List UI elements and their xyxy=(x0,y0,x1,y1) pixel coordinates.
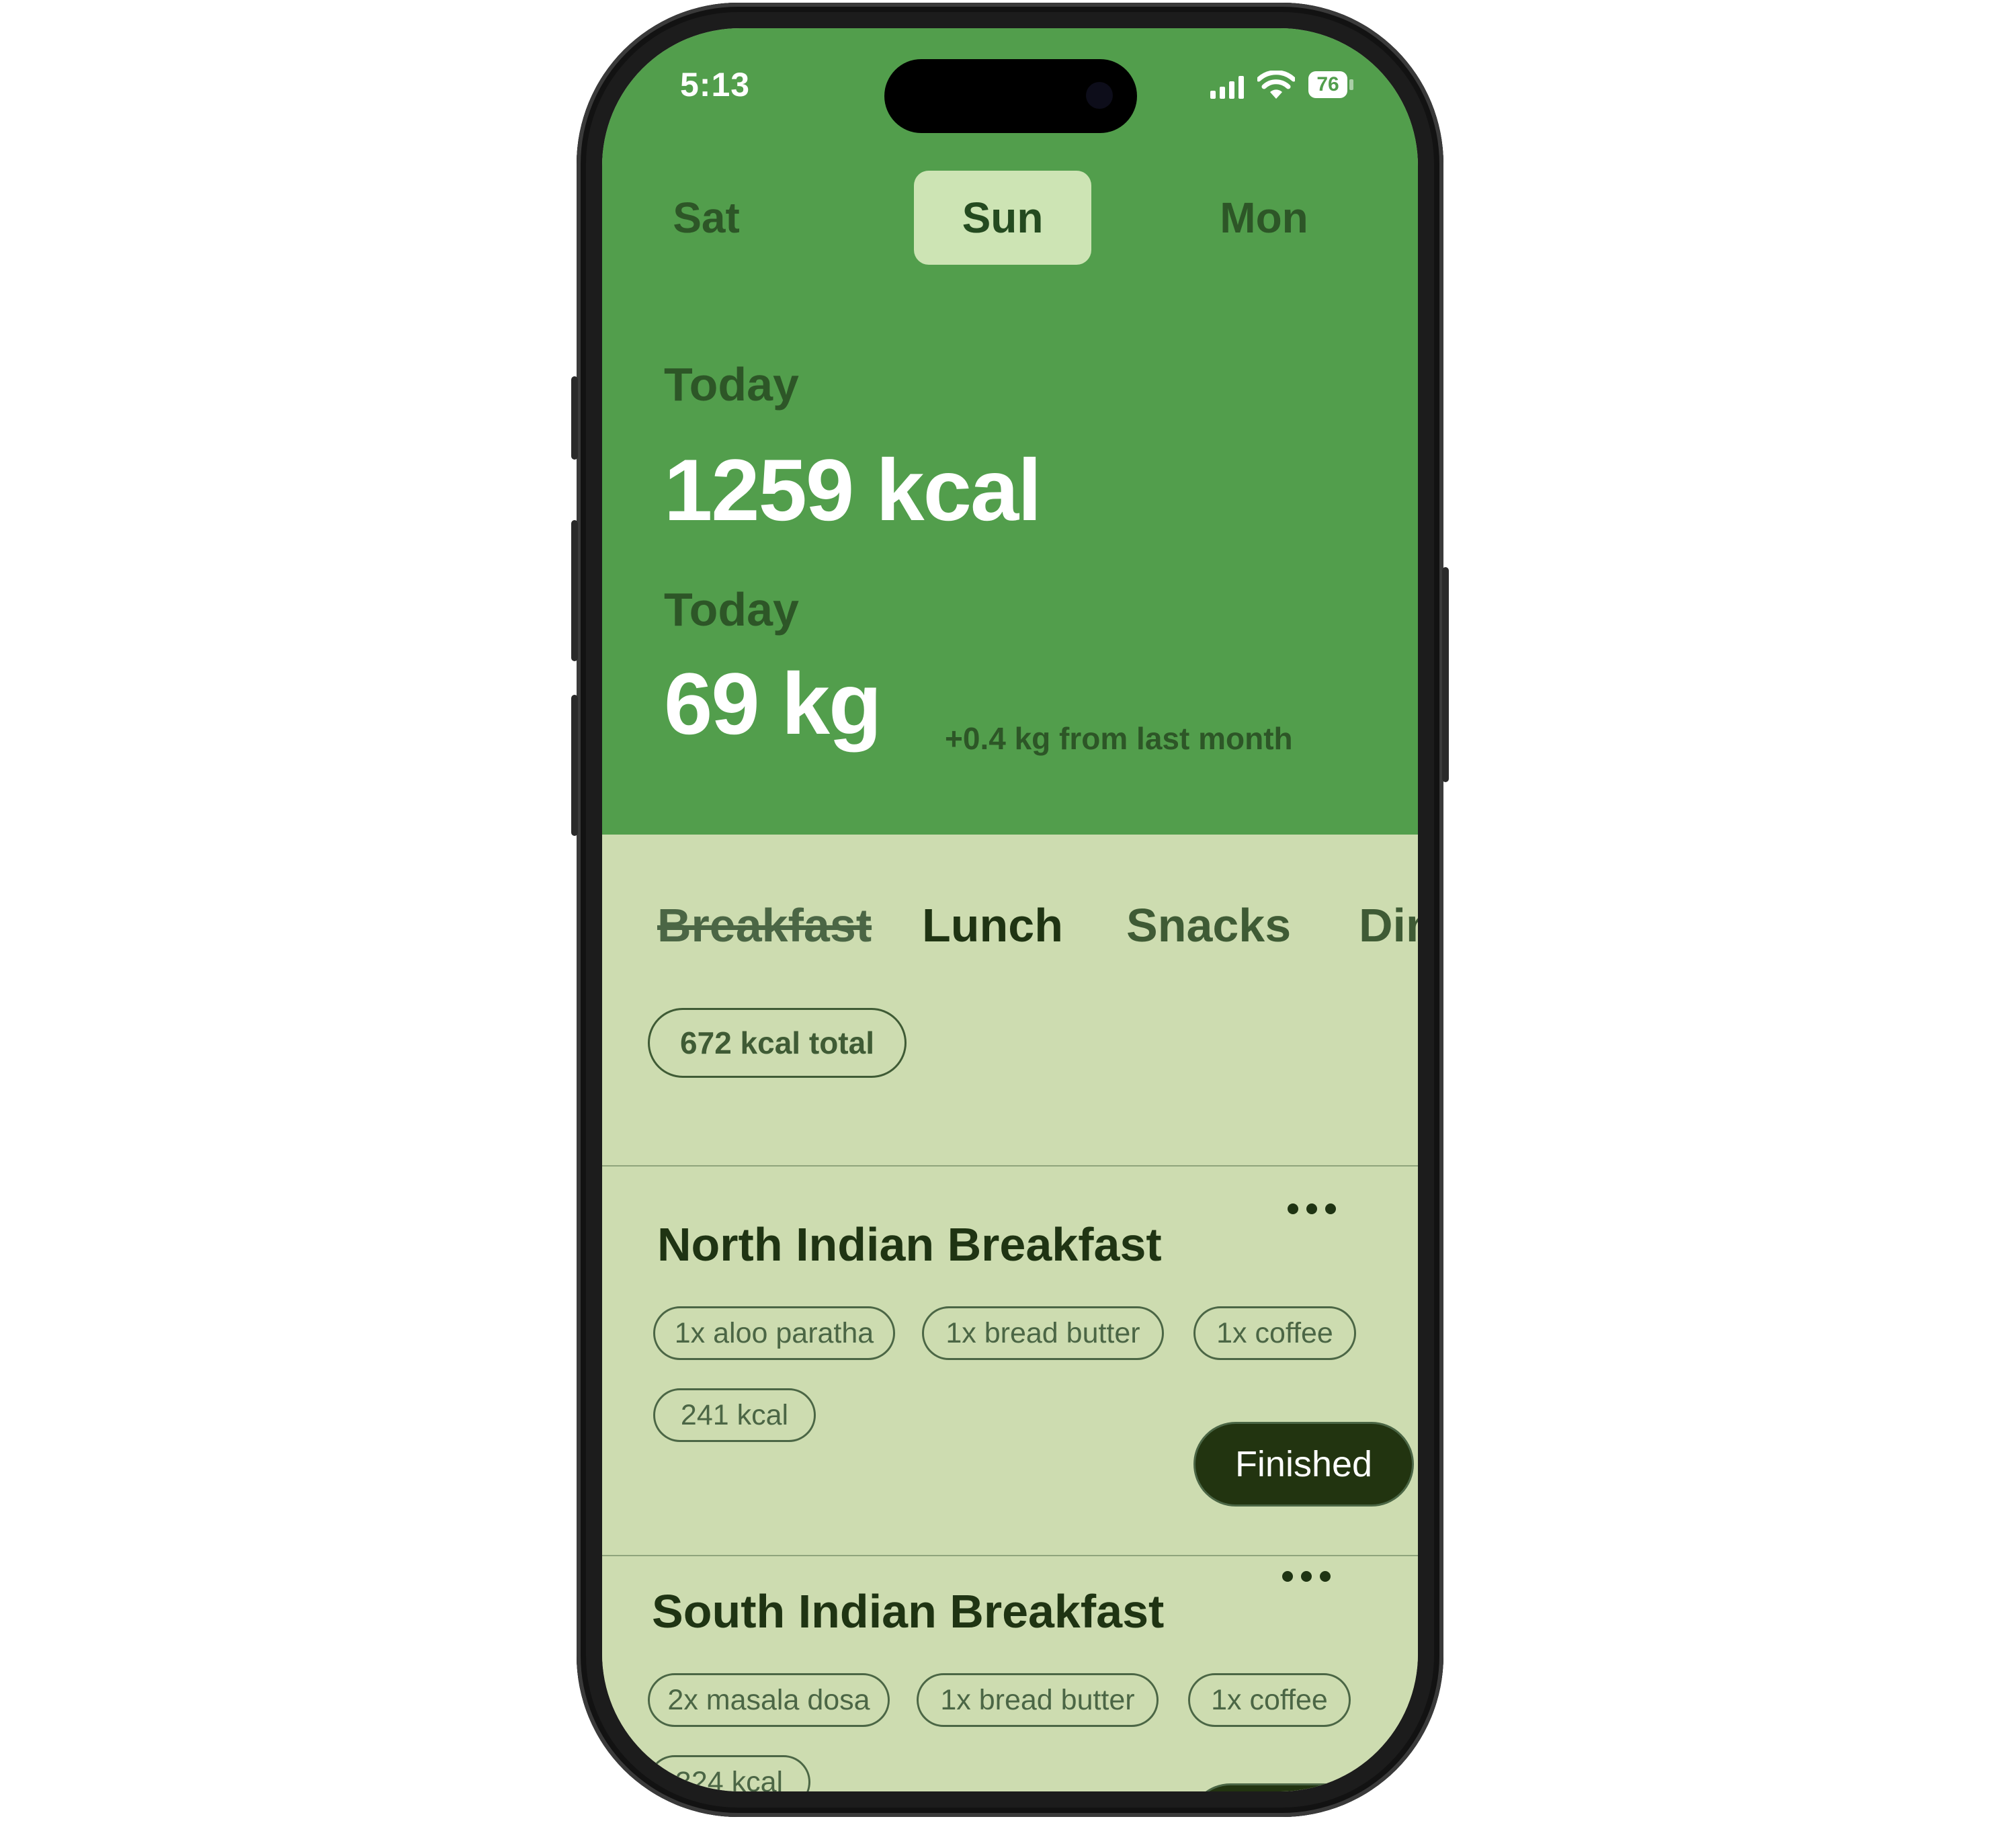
day-tab-sat[interactable]: Sat xyxy=(629,171,784,265)
cellular-signal-icon xyxy=(1210,75,1244,99)
food-item-chip: 1x aloo paratha xyxy=(653,1306,895,1360)
dynamic-island xyxy=(884,59,1137,133)
meal-tab-dinner[interactable]: Dinner xyxy=(1359,898,1418,952)
meal-tab-breakfast[interactable]: Breakfast xyxy=(657,898,872,952)
card-divider xyxy=(602,1555,1418,1556)
action-button xyxy=(571,376,578,460)
day-tab-mon[interactable]: Mon xyxy=(1187,171,1341,265)
food-item-chip: 1x bread butter xyxy=(917,1673,1159,1727)
meals-section: Breakfast Lunch Snacks Dinner 672 kcal t… xyxy=(602,835,1418,1791)
food-item-chip: 1x coffee xyxy=(1193,1306,1356,1360)
more-options-icon[interactable] xyxy=(1282,1568,1336,1584)
card-divider xyxy=(602,1165,1418,1167)
calories-label: Today xyxy=(664,358,799,411)
weight-value: 69 kg xyxy=(664,654,882,753)
front-camera-icon xyxy=(1086,82,1113,109)
side-button xyxy=(1442,567,1449,782)
meal-tab-lunch[interactable]: Lunch xyxy=(922,898,1063,952)
battery-icon: 76 xyxy=(1308,71,1347,98)
food-item-chip: 2x masala dosa xyxy=(648,1673,890,1727)
meal-card-title: South Indian Breakfast xyxy=(652,1585,1165,1638)
meal-kcal-chip: 241 kcal xyxy=(653,1388,816,1442)
volume-down-button xyxy=(571,695,578,836)
weight-delta: +0.4 kg from last month xyxy=(945,721,1293,756)
volume-up-button xyxy=(571,520,578,661)
finished-button[interactable]: Finished xyxy=(1193,1422,1414,1507)
meal-tab-snacks[interactable]: Snacks xyxy=(1126,898,1291,952)
calories-value: 1259 kcal xyxy=(664,441,1042,539)
app-screen: 5:13 76 Sat Sun Mon Today 1259 kcal Toda… xyxy=(602,28,1418,1791)
day-tab-sun[interactable]: Sun xyxy=(914,171,1091,265)
phone-frame: 5:13 76 Sat Sun Mon Today 1259 kcal Toda… xyxy=(571,3,1449,1817)
food-item-chip: 1x coffee xyxy=(1188,1673,1351,1727)
summary-header: 5:13 76 Sat Sun Mon Today 1259 kcal Toda… xyxy=(602,28,1418,835)
meal-kcal-chip: 324 kcal xyxy=(648,1755,810,1791)
weight-label: Today xyxy=(664,583,799,636)
meal-card-title: North Indian Breakfast xyxy=(657,1218,1162,1271)
meal-total-badge: 672 kcal total xyxy=(648,1008,907,1078)
wifi-icon xyxy=(1257,71,1295,99)
status-time: 5:13 xyxy=(680,66,751,103)
finished-button[interactable] xyxy=(1188,1783,1409,1791)
battery-cap xyxy=(1349,79,1353,90)
food-item-chip: 1x bread butter xyxy=(922,1306,1164,1360)
day-selector: Sat Sun Mon xyxy=(602,171,1418,265)
more-options-icon[interactable] xyxy=(1288,1201,1341,1217)
